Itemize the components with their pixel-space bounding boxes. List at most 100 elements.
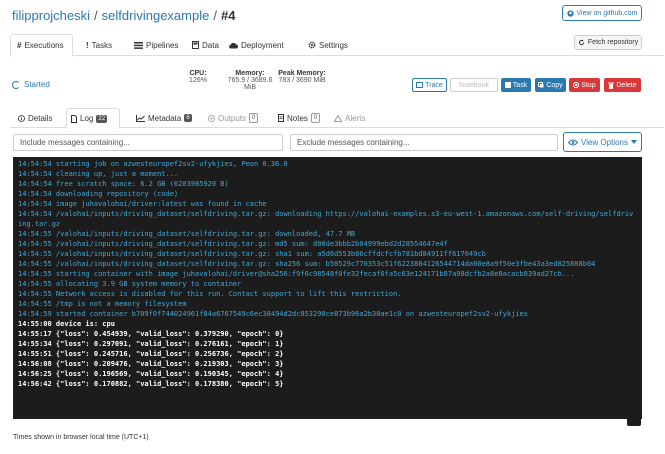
info-icon bbox=[18, 114, 25, 122]
log-line: 14:54:54 downloading repository (code) bbox=[18, 190, 179, 198]
tab-deployment[interactable]: Deployment bbox=[222, 34, 290, 56]
tab-details[interactable]: Details bbox=[14, 108, 56, 128]
task-label: Task bbox=[512, 81, 528, 89]
log-console[interactable]: 14:54:54 starting job on azwesteuropef2s… bbox=[13, 157, 642, 419]
breadcrumb-owner-link[interactable]: filipprojcheski bbox=[12, 8, 90, 23]
view-options-button[interactable]: View Options bbox=[563, 132, 642, 152]
eye-icon bbox=[568, 139, 578, 146]
include-filter-input[interactable]: Include messages containing... bbox=[13, 134, 283, 151]
breadcrumb-separator: / bbox=[94, 8, 98, 23]
note-icon bbox=[278, 114, 284, 122]
log-line: 14:56:08 {"loss": 0.209476, "valid_loss"… bbox=[18, 360, 284, 368]
notebook-label: Notebook bbox=[459, 81, 489, 89]
gear-icon bbox=[308, 41, 316, 49]
tab-outputs-label: Outputs bbox=[218, 113, 247, 123]
pipelines-icon bbox=[134, 41, 143, 49]
log-line: 14:54:55 /valohai/inputs/driving_dataset… bbox=[18, 230, 356, 238]
fetch-repository-button[interactable]: Fetch repository bbox=[574, 35, 642, 50]
warning-icon bbox=[334, 114, 342, 122]
data-icon bbox=[192, 41, 199, 49]
delete-button[interactable]: Delete bbox=[604, 78, 641, 92]
tab-executions-label: Executions bbox=[24, 41, 64, 50]
trace-icon bbox=[416, 82, 424, 88]
log-line: 14:54:55 /valohai/inputs/driving_dataset… bbox=[18, 260, 596, 268]
log-line: 14:55:00 device is: cpu bbox=[18, 320, 115, 328]
log-line: 14:56:42 {"loss": 0.170882, "valid_loss"… bbox=[18, 380, 284, 388]
view-options-label: View Options bbox=[581, 137, 628, 147]
tab-deployment-label: Deployment bbox=[241, 40, 284, 50]
memory-stat: Memory: 765.9 / 3689.6 MiB bbox=[226, 70, 274, 91]
tab-details-label: Details bbox=[28, 113, 53, 123]
memory-unit: MiB bbox=[243, 84, 257, 91]
cpu-label: CPU: bbox=[189, 70, 207, 77]
breadcrumb: filipprojcheski / selfdrivingexample / #4 bbox=[12, 8, 235, 23]
peak-memory-stat: Peak Memory: 783 / 3690 MiB bbox=[276, 70, 328, 84]
stop-icon bbox=[573, 82, 580, 88]
log-line: 14:54:55 /valohai/inputs/driving_dataset… bbox=[18, 240, 448, 248]
delete-label: Delete bbox=[616, 81, 637, 89]
stop-label: Stop bbox=[581, 81, 596, 89]
tab-data[interactable]: Data bbox=[186, 34, 225, 56]
exclude-filter-input[interactable]: Exclude messages containing... bbox=[290, 134, 558, 151]
line-chart-icon bbox=[136, 114, 145, 122]
tab-log-label: Log bbox=[80, 114, 94, 123]
execution-status: Started bbox=[12, 80, 50, 89]
log-line: 14:54:55 /valohai/inputs/driving_dataset… bbox=[18, 250, 486, 258]
log-line: 14:54:54 /valohai/inputs/driving_dataset… bbox=[18, 210, 634, 228]
tab-outputs[interactable]: Outputs 0 bbox=[204, 108, 262, 128]
hash-icon: # bbox=[17, 41, 22, 50]
timezone-note: Times shown in browser local time (UTC+1… bbox=[13, 434, 149, 441]
peak-memory-label: Peak Memory: bbox=[278, 70, 326, 77]
tab-data-label: Data bbox=[202, 40, 219, 50]
main-tabs: # Executions ! Tasks Pipelines Data Depl… bbox=[10, 34, 664, 57]
tab-log[interactable]: Log 22 bbox=[66, 108, 120, 129]
breadcrumb-separator: / bbox=[213, 8, 217, 23]
stop-button[interactable]: Stop bbox=[569, 78, 600, 92]
tab-pipelines-label: Pipelines bbox=[146, 40, 179, 50]
tab-notes[interactable]: Notes 0 bbox=[274, 108, 324, 128]
tab-alerts[interactable]: Alerts bbox=[330, 108, 369, 128]
log-line: 14:54:54 starting job on azwesteuropef2s… bbox=[18, 160, 288, 168]
tab-pipelines[interactable]: Pipelines bbox=[128, 34, 184, 56]
log-line: 14:54:55 Network access is disabled for … bbox=[18, 290, 402, 298]
log-line: 14:55:34 {"loss": 0.297091, "valid_loss"… bbox=[18, 340, 284, 348]
log-count-badge: 22 bbox=[96, 114, 108, 123]
log-resize-handle[interactable] bbox=[627, 419, 641, 426]
breadcrumb-execution-number: #4 bbox=[220, 8, 236, 23]
tab-notes-label: Notes bbox=[287, 113, 308, 123]
log-line: 14:54:54 cleaning up, just a moment... bbox=[18, 170, 179, 178]
log-line: 14:54:54 free scratch space: 6.2 GB (620… bbox=[18, 180, 229, 188]
exclamation-icon: ! bbox=[86, 40, 89, 50]
top-bar: filipprojcheski / selfdrivingexample / #4 Vi… bbox=[0, 0, 665, 30]
log-line: 14:54:55 /tmp is not a memory filesystem bbox=[18, 300, 187, 308]
log-line: 14:54:59 started container b709f0f744024… bbox=[18, 310, 528, 318]
tab-metadata[interactable]: Metadata 6 bbox=[132, 108, 196, 128]
execution-status-label: Started bbox=[24, 80, 50, 89]
log-line: 14:55:17 {"loss": 0.454939, "valid_loss"… bbox=[18, 330, 284, 338]
notes-count-badge: 0 bbox=[310, 113, 321, 123]
refresh-icon bbox=[578, 39, 585, 46]
notebook-button[interactable]: Notebook bbox=[450, 78, 498, 92]
metadata-count-badge: 6 bbox=[184, 114, 192, 122]
tab-tasks[interactable]: ! Tasks bbox=[80, 34, 118, 56]
log-line: 14:56:25 {"loss": 0.196569, "valid_loss"… bbox=[18, 370, 284, 378]
tab-settings[interactable]: Settings bbox=[302, 34, 354, 56]
copy-label: Copy bbox=[546, 81, 563, 89]
caret-down-icon bbox=[631, 140, 637, 144]
tab-settings-label: Settings bbox=[319, 40, 348, 50]
log-line: 14:54:55 allocating 3.9 GB system memory… bbox=[18, 280, 242, 288]
cpu-value: 126% bbox=[189, 77, 207, 84]
tab-executions[interactable]: # Executions bbox=[10, 34, 73, 57]
trash-icon bbox=[608, 82, 615, 89]
view-on-github-button[interactable]: View on github.com bbox=[562, 5, 642, 21]
task-icon bbox=[504, 82, 511, 88]
trace-label: Trace bbox=[425, 81, 443, 89]
outputs-icon bbox=[208, 114, 215, 122]
fetch-repository-label: Fetch repository bbox=[587, 39, 639, 46]
breadcrumb-project-link[interactable]: selfdrivingexample bbox=[102, 8, 210, 23]
cloud-icon bbox=[228, 42, 238, 49]
trace-button[interactable]: Trace bbox=[412, 78, 447, 92]
task-button[interactable]: Task bbox=[501, 78, 531, 92]
peak-memory-value: 783 / 3690 MiB bbox=[278, 77, 326, 84]
copy-button[interactable]: Copy bbox=[535, 78, 566, 92]
